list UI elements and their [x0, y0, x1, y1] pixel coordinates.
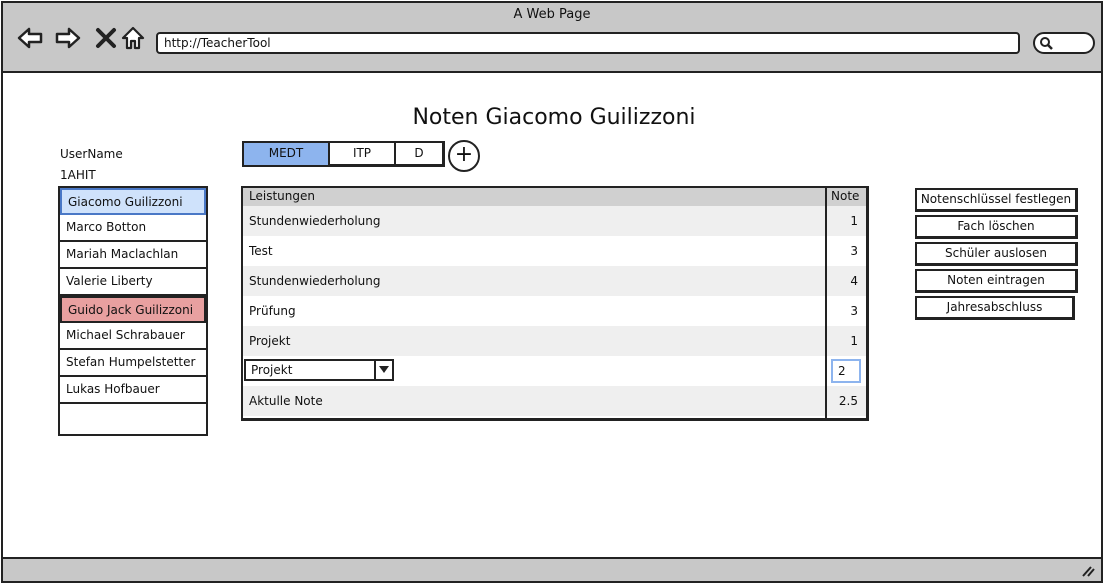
row-label: Test	[249, 244, 273, 258]
draw-student-button[interactable]: Schüler auslosen	[915, 242, 1078, 266]
enter-grades-button[interactable]: Noten eintragen	[915, 269, 1078, 293]
home-icon[interactable]	[120, 25, 146, 51]
student-item[interactable]: Stefan Humpelstetter	[60, 350, 206, 377]
stop-icon[interactable]	[93, 25, 119, 51]
row-grade: 1	[850, 214, 858, 228]
student-item[interactable]: Mariah Maclachlan	[60, 242, 206, 269]
student-list: Giacomo Guilizzoni Marco Botton Mariah M…	[58, 186, 208, 436]
search-icon	[1040, 37, 1053, 50]
student-item[interactable]: Michael Schrabauer	[60, 323, 206, 350]
student-item[interactable]: Giacomo Guilizzoni	[60, 188, 206, 215]
table-header: Leistungen Note	[243, 188, 866, 206]
select-value: Projekt	[251, 363, 293, 377]
row-grade: 1	[850, 334, 858, 348]
resize-grip-icon[interactable]	[1081, 565, 1095, 577]
table-row[interactable]: Stundenwiederholung 1	[243, 206, 866, 236]
browser-chrome: A Web Page http://TeacherTool	[3, 3, 1101, 73]
table-row[interactable]: Prüfung 3	[243, 296, 866, 326]
status-bar	[3, 557, 1101, 581]
performance-type-select[interactable]: Projekt	[244, 359, 394, 381]
add-subject-button[interactable]: +	[448, 140, 480, 172]
window-title: A Web Page	[513, 7, 591, 22]
row-label: Projekt	[249, 334, 291, 348]
current-grade-label: Aktulle Note	[249, 394, 323, 408]
class-label: 1AHIT	[60, 168, 96, 182]
page-title: Noten Giacomo Guilizzoni	[412, 105, 696, 130]
year-end-button[interactable]: Jahresabschluss	[915, 296, 1075, 320]
student-item[interactable]	[60, 404, 206, 434]
row-label: Stundenwiederholung	[249, 274, 381, 288]
back-arrow-icon[interactable]	[17, 25, 43, 51]
forward-arrow-icon[interactable]	[55, 25, 81, 51]
column-divider	[825, 188, 827, 418]
new-grade-row: Projekt 2	[243, 356, 866, 386]
column-header-leistungen: Leistungen	[249, 189, 315, 203]
student-item[interactable]: Guido Jack Guilizzoni	[60, 296, 206, 323]
student-item[interactable]: Valerie Liberty	[60, 269, 206, 296]
grade-input[interactable]: 2	[831, 359, 861, 383]
summary-row: Aktulle Note 2.5	[243, 386, 866, 416]
row-grade: 3	[850, 244, 858, 258]
grades-table: Leistungen Note Stundenwiederholung 1 Te…	[241, 186, 869, 421]
student-item[interactable]: Lukas Hofbauer	[60, 377, 206, 404]
row-label: Prüfung	[249, 304, 296, 318]
search-box[interactable]	[1033, 32, 1095, 54]
delete-subject-button[interactable]: Fach löschen	[915, 215, 1078, 239]
column-header-note: Note	[831, 189, 860, 203]
username-label: UserName	[60, 147, 123, 161]
subject-tabs: MEDT ITP D	[242, 141, 445, 167]
row-grade: 3	[850, 304, 858, 318]
table-row[interactable]: Stundenwiederholung 4	[243, 266, 866, 296]
row-grade: 4	[850, 274, 858, 288]
browser-window: A Web Page http://TeacherTool Noten Giac…	[1, 1, 1103, 583]
tab-itp[interactable]: ITP	[330, 143, 396, 165]
table-row[interactable]: Projekt 1	[243, 326, 866, 356]
caret-down-icon	[379, 366, 389, 373]
dropdown-arrow[interactable]	[374, 361, 392, 379]
address-bar[interactable]: http://TeacherTool	[156, 32, 1020, 54]
tab-d[interactable]: D	[396, 143, 442, 165]
table-row[interactable]: Test 3	[243, 236, 866, 266]
tab-medt[interactable]: MEDT	[244, 143, 330, 165]
student-item[interactable]: Marco Botton	[60, 215, 206, 242]
define-grade-key-button[interactable]: Notenschlüssel festlegen	[915, 188, 1078, 212]
row-label: Stundenwiederholung	[249, 214, 381, 228]
current-grade-value: 2.5	[838, 394, 858, 408]
